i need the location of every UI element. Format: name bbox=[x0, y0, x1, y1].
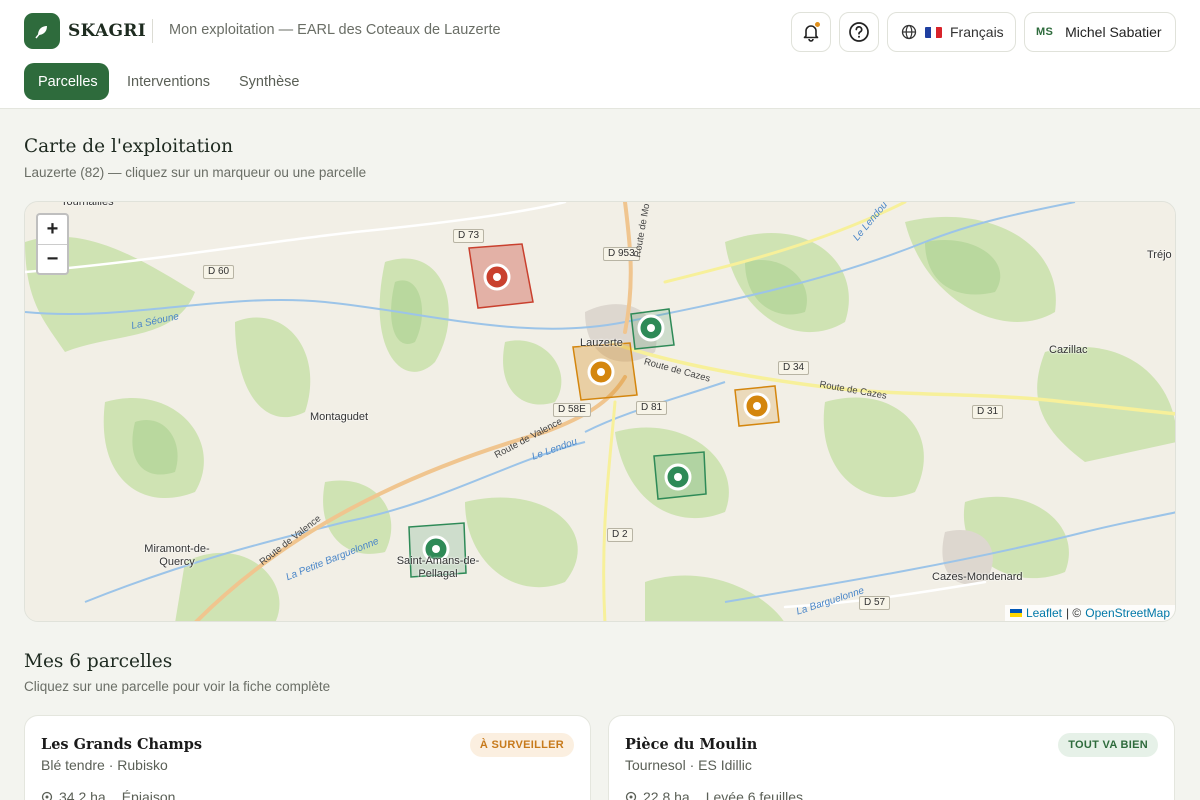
road-shield: D 31 bbox=[972, 405, 1004, 419]
globe-icon bbox=[901, 24, 917, 40]
header-divider bbox=[152, 19, 153, 43]
tab-synthese[interactable]: Synthèse bbox=[225, 63, 313, 100]
ukraine-flag-icon bbox=[1009, 609, 1022, 617]
parcel-name: Les Grands Champs bbox=[41, 736, 203, 753]
place-label: Tréjo bbox=[1147, 249, 1172, 261]
notifications-button[interactable] bbox=[791, 12, 831, 52]
road-shield: D 2 bbox=[607, 528, 633, 542]
help-icon bbox=[849, 22, 869, 42]
parcel-meta: 34,2 ha Épiaison bbox=[41, 789, 175, 800]
road-shield: D 60 bbox=[203, 265, 235, 279]
help-button[interactable] bbox=[839, 12, 879, 52]
language-label: Français bbox=[950, 24, 1004, 40]
leaflet-link[interactable]: Leaflet bbox=[1026, 606, 1062, 620]
area-icon bbox=[625, 791, 637, 800]
user-menu[interactable]: MS Michel Sabatier bbox=[1024, 12, 1176, 52]
osm-link[interactable]: OpenStreetMap bbox=[1085, 606, 1170, 620]
parcel-card[interactable]: Les Grands Champs Blé tendre · Rubisko À… bbox=[24, 715, 591, 800]
top-bar: SKAGRI Mon exploitation — EARL des Cotea… bbox=[0, 0, 1200, 109]
place-label: Cazillac bbox=[1049, 344, 1088, 356]
status-badge: TOUT VA BIEN bbox=[1058, 733, 1158, 757]
avatar: MS bbox=[1036, 26, 1054, 38]
logo[interactable] bbox=[24, 13, 60, 49]
user-name: Michel Sabatier bbox=[1065, 24, 1162, 40]
parcel-crop: Blé tendre · Rubisko bbox=[41, 757, 168, 773]
farm-map[interactable]: Lauzerte Montagudet Cazillac Tréjo Miram… bbox=[24, 201, 1176, 622]
road-shield: D 81 bbox=[636, 401, 668, 415]
parcels-section-title: Mes 6 parcelles bbox=[24, 651, 173, 672]
place-label: Lauzerte bbox=[580, 337, 623, 349]
zoom-control: + − bbox=[36, 213, 69, 275]
tab-parcelles[interactable]: Parcelles bbox=[24, 63, 109, 100]
road-shield: D 73 bbox=[453, 229, 485, 243]
parcel-stage: Épiaison bbox=[121, 789, 176, 800]
map-section-subtitle: Lauzerte (82) — cliquez sur un marqueur … bbox=[24, 165, 367, 180]
parcel-name: Pièce du Moulin bbox=[625, 736, 758, 753]
road-shield: D 57 bbox=[859, 596, 891, 610]
parcels-section-subtitle: Cliquez sur une parcelle pour voir la fi… bbox=[24, 679, 331, 694]
leaf-icon bbox=[35, 26, 47, 39]
attribution-separator: | © bbox=[1065, 606, 1082, 620]
parcel-crop: Tournesol · ES Idillic bbox=[625, 757, 752, 773]
notification-dot bbox=[814, 21, 821, 28]
parcel-meta: 22,8 ha Levée 6 feuilles bbox=[625, 789, 803, 800]
zoom-out-button[interactable]: − bbox=[38, 244, 67, 273]
map-attribution: Leaflet | © OpenStreetMap bbox=[1004, 605, 1175, 621]
map-section-title: Carte de l'exploitation bbox=[24, 136, 234, 157]
brand-name: SKAGRI bbox=[68, 21, 146, 41]
parcel-area: 34,2 ha bbox=[59, 789, 106, 800]
road-shield: D 34 bbox=[778, 361, 810, 375]
area-icon bbox=[41, 791, 53, 800]
place-label: Miramont-de-Quercy bbox=[144, 543, 210, 568]
parcel-area: 22,8 ha bbox=[643, 789, 690, 800]
france-flag-icon bbox=[925, 26, 942, 38]
parcel-stage: Levée 6 feuilles bbox=[705, 789, 804, 800]
place-label: Saint-Amans-de-Pellagal bbox=[396, 555, 480, 580]
farm-title: Mon exploitation — EARL des Coteaux de L… bbox=[169, 22, 501, 38]
language-selector[interactable]: Français bbox=[887, 12, 1016, 52]
tab-interventions[interactable]: Interventions bbox=[113, 63, 224, 100]
status-badge: À SURVEILLER bbox=[469, 733, 574, 757]
place-label: Tournailles bbox=[61, 201, 114, 208]
place-label: Montagudet bbox=[310, 411, 369, 423]
parcel-card[interactable]: Pièce du Moulin Tournesol · ES Idillic T… bbox=[608, 715, 1175, 800]
zoom-in-button[interactable]: + bbox=[38, 215, 67, 244]
place-label: Cazes-Mondenard bbox=[932, 571, 1023, 583]
